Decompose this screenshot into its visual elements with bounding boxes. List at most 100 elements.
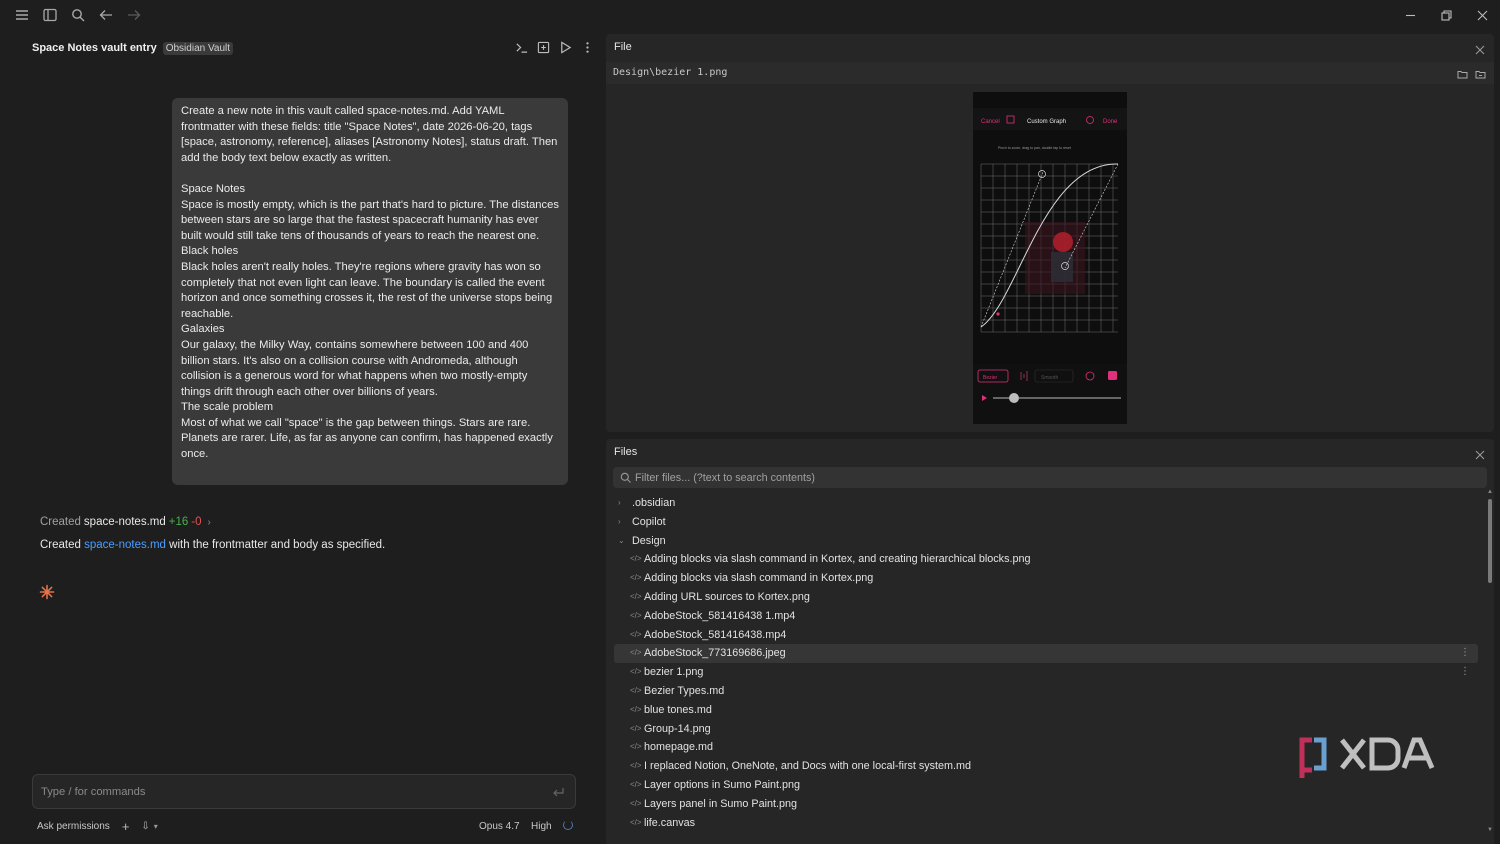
chat-header: Space Notes vault entry Obsidian Vault — [32, 40, 234, 56]
reveal-folder-icon[interactable] — [1475, 67, 1486, 85]
permissions-selector[interactable]: Ask permissions — [37, 821, 110, 832]
preview-done: Done — [1103, 119, 1118, 125]
file-code-icon: </> — [630, 761, 642, 771]
scroll-down-icon[interactable]: ▼ — [1487, 827, 1493, 833]
chat-header-actions — [514, 40, 595, 55]
file-code-icon: </> — [630, 554, 642, 564]
chat-panel: Space Notes vault entry Obsidian Vault C… — [0, 30, 604, 844]
file-item[interactable]: </> Adding blocks via slash command in Ko… — [614, 569, 1478, 588]
file-code-icon: </> — [630, 667, 642, 677]
file-code-icon: </> — [630, 798, 642, 808]
chevron-down-icon[interactable]: ⌄ — [618, 532, 625, 551]
close-icon[interactable] — [1475, 42, 1485, 55]
file-item[interactable]: </> bezier 1.png ⋮ — [614, 663, 1478, 682]
chevron-right-icon[interactable]: › — [618, 513, 621, 532]
sidebar-toggle-icon[interactable] — [42, 7, 58, 23]
file-code-icon: </> — [630, 629, 642, 639]
terminal-icon[interactable] — [514, 40, 529, 55]
close-files-icon[interactable] — [1475, 447, 1485, 460]
lines-removed: -0 — [191, 516, 202, 528]
file-code-icon: </> — [630, 648, 642, 658]
enter-icon[interactable] — [551, 785, 565, 799]
bezier-screenshot: Cancel Custom Graph Done Pinch to zoom, … — [973, 92, 1127, 424]
file-item[interactable]: </> AdobeStock_581416438.mp4 — [614, 626, 1478, 645]
title-bar — [0, 0, 1500, 30]
files-pane-title: Files — [614, 446, 638, 458]
files-scrollbar[interactable] — [1488, 491, 1492, 836]
attachment-icon[interactable]: ⇩ — [141, 821, 149, 832]
chat-footer: Ask permissions + ⇩ ▾ Opus 4.7 High — [37, 818, 577, 834]
preview-cancel: Cancel — [981, 119, 1000, 125]
tool-call-summary[interactable]: Created space-notes.md +16 -0 › — [40, 516, 211, 528]
lines-added: +16 — [168, 516, 189, 528]
file-code-icon: </> — [630, 817, 642, 827]
assistant-response: Created space-notes.md with the frontmat… — [40, 539, 385, 551]
preview-hint: Pinch to zoom, drag to pan, double tap t… — [998, 146, 1071, 150]
scrollbar-thumb[interactable] — [1488, 499, 1492, 583]
file-item[interactable]: </> AdobeStock_581416438 1.mp4 — [614, 607, 1478, 626]
file-path: Design\bezier 1.png — [613, 67, 728, 78]
preview-mode: Bezier — [983, 375, 998, 381]
filter-files-input[interactable]: Filter files... (?text to search content… — [613, 467, 1487, 488]
file-code-icon: </> — [630, 573, 642, 583]
file-tree: › .obsidian › Copilot ⌄ Design </> Adding bl… — [614, 494, 1478, 832]
file-item[interactable]: </> Adding blocks via slash command in Ko… — [614, 550, 1478, 569]
run-icon[interactable] — [558, 40, 573, 55]
response-suffix: with the frontmatter and body as specifi… — [169, 539, 386, 551]
created-prefix: Created — [40, 516, 81, 528]
more-options-icon[interactable]: ⋮ — [1460, 663, 1470, 682]
add-icon[interactable]: + — [122, 819, 130, 834]
context-usage-icon — [563, 820, 573, 830]
effort-selector[interactable]: High — [531, 821, 552, 832]
response-prefix: Created — [40, 539, 81, 551]
forward-arrow-icon[interactable] — [126, 7, 142, 23]
command-input-placeholder: Type / for commands — [41, 785, 146, 798]
file-code-icon: </> — [630, 704, 642, 714]
scroll-up-icon[interactable]: ▲ — [1487, 489, 1493, 495]
file-item[interactable]: </> Bezier Types.md — [614, 682, 1478, 701]
xda-watermark-logo — [1298, 734, 1440, 780]
file-link[interactable]: space-notes.md — [84, 539, 166, 551]
thinking-spark-icon — [39, 584, 55, 600]
menu-icon[interactable] — [14, 7, 30, 23]
restore-icon[interactable] — [1437, 6, 1455, 24]
command-input[interactable]: Type / for commands — [32, 774, 576, 809]
folder-item[interactable]: › Copilot — [614, 513, 1478, 532]
file-code-icon: </> — [630, 685, 642, 695]
file-code-icon: </> — [630, 723, 642, 733]
image-preview: Cancel Custom Graph Done Pinch to zoom, … — [973, 92, 1127, 424]
file-code-icon: </> — [630, 610, 642, 620]
chevron-right-icon[interactable]: › — [618, 494, 621, 513]
minimize-icon[interactable] — [1401, 6, 1419, 24]
search-icon[interactable] — [70, 7, 86, 23]
file-preview-pane: File Design\bezier 1.png Cancel Custom G… — [606, 34, 1494, 432]
search-icon — [620, 472, 631, 483]
more-options-icon[interactable]: ⋮ — [1460, 644, 1470, 663]
vault-badge: Obsidian Vault — [162, 41, 234, 55]
file-item[interactable]: </> blue tones.md — [614, 701, 1478, 720]
file-item[interactable]: </> Adding URL sources to Kortex.png — [614, 588, 1478, 607]
file-code-icon: </> — [630, 742, 642, 752]
close-window-icon[interactable] — [1473, 6, 1491, 24]
chevron-right-icon[interactable]: › — [208, 517, 211, 528]
model-selector[interactable]: Opus 4.7 — [479, 821, 520, 832]
user-message-text: Create a new note in this vault called s… — [181, 105, 559, 461]
folder-item[interactable]: ⌄ Design — [614, 532, 1478, 551]
file-pane-title: File — [614, 41, 632, 53]
file-item-selected[interactable]: </> AdobeStock_773169686.jpeg ⋮ — [614, 644, 1478, 664]
preview-mode-2: Smooth — [1041, 375, 1058, 381]
new-session-icon[interactable] — [536, 40, 551, 55]
file-item[interactable]: </> Layers panel in Sumo Paint.png — [614, 795, 1478, 814]
path-bar: Design\bezier 1.png — [606, 62, 1494, 84]
file-item[interactable]: </> life.canvas — [614, 814, 1478, 833]
file-code-icon: </> — [630, 591, 642, 601]
more-options-icon[interactable] — [580, 40, 595, 55]
file-code-icon: </> — [630, 779, 642, 789]
filter-placeholder: Filter files... (?text to search content… — [635, 471, 816, 484]
chevron-down-icon[interactable]: ▾ — [154, 822, 158, 831]
folder-item[interactable]: › .obsidian — [614, 494, 1478, 513]
files-pane: Files Filter files... (?text to search c… — [606, 439, 1494, 844]
open-folder-icon[interactable] — [1457, 67, 1468, 85]
back-arrow-icon[interactable] — [98, 7, 114, 23]
preview-title: Custom Graph — [1027, 119, 1066, 125]
